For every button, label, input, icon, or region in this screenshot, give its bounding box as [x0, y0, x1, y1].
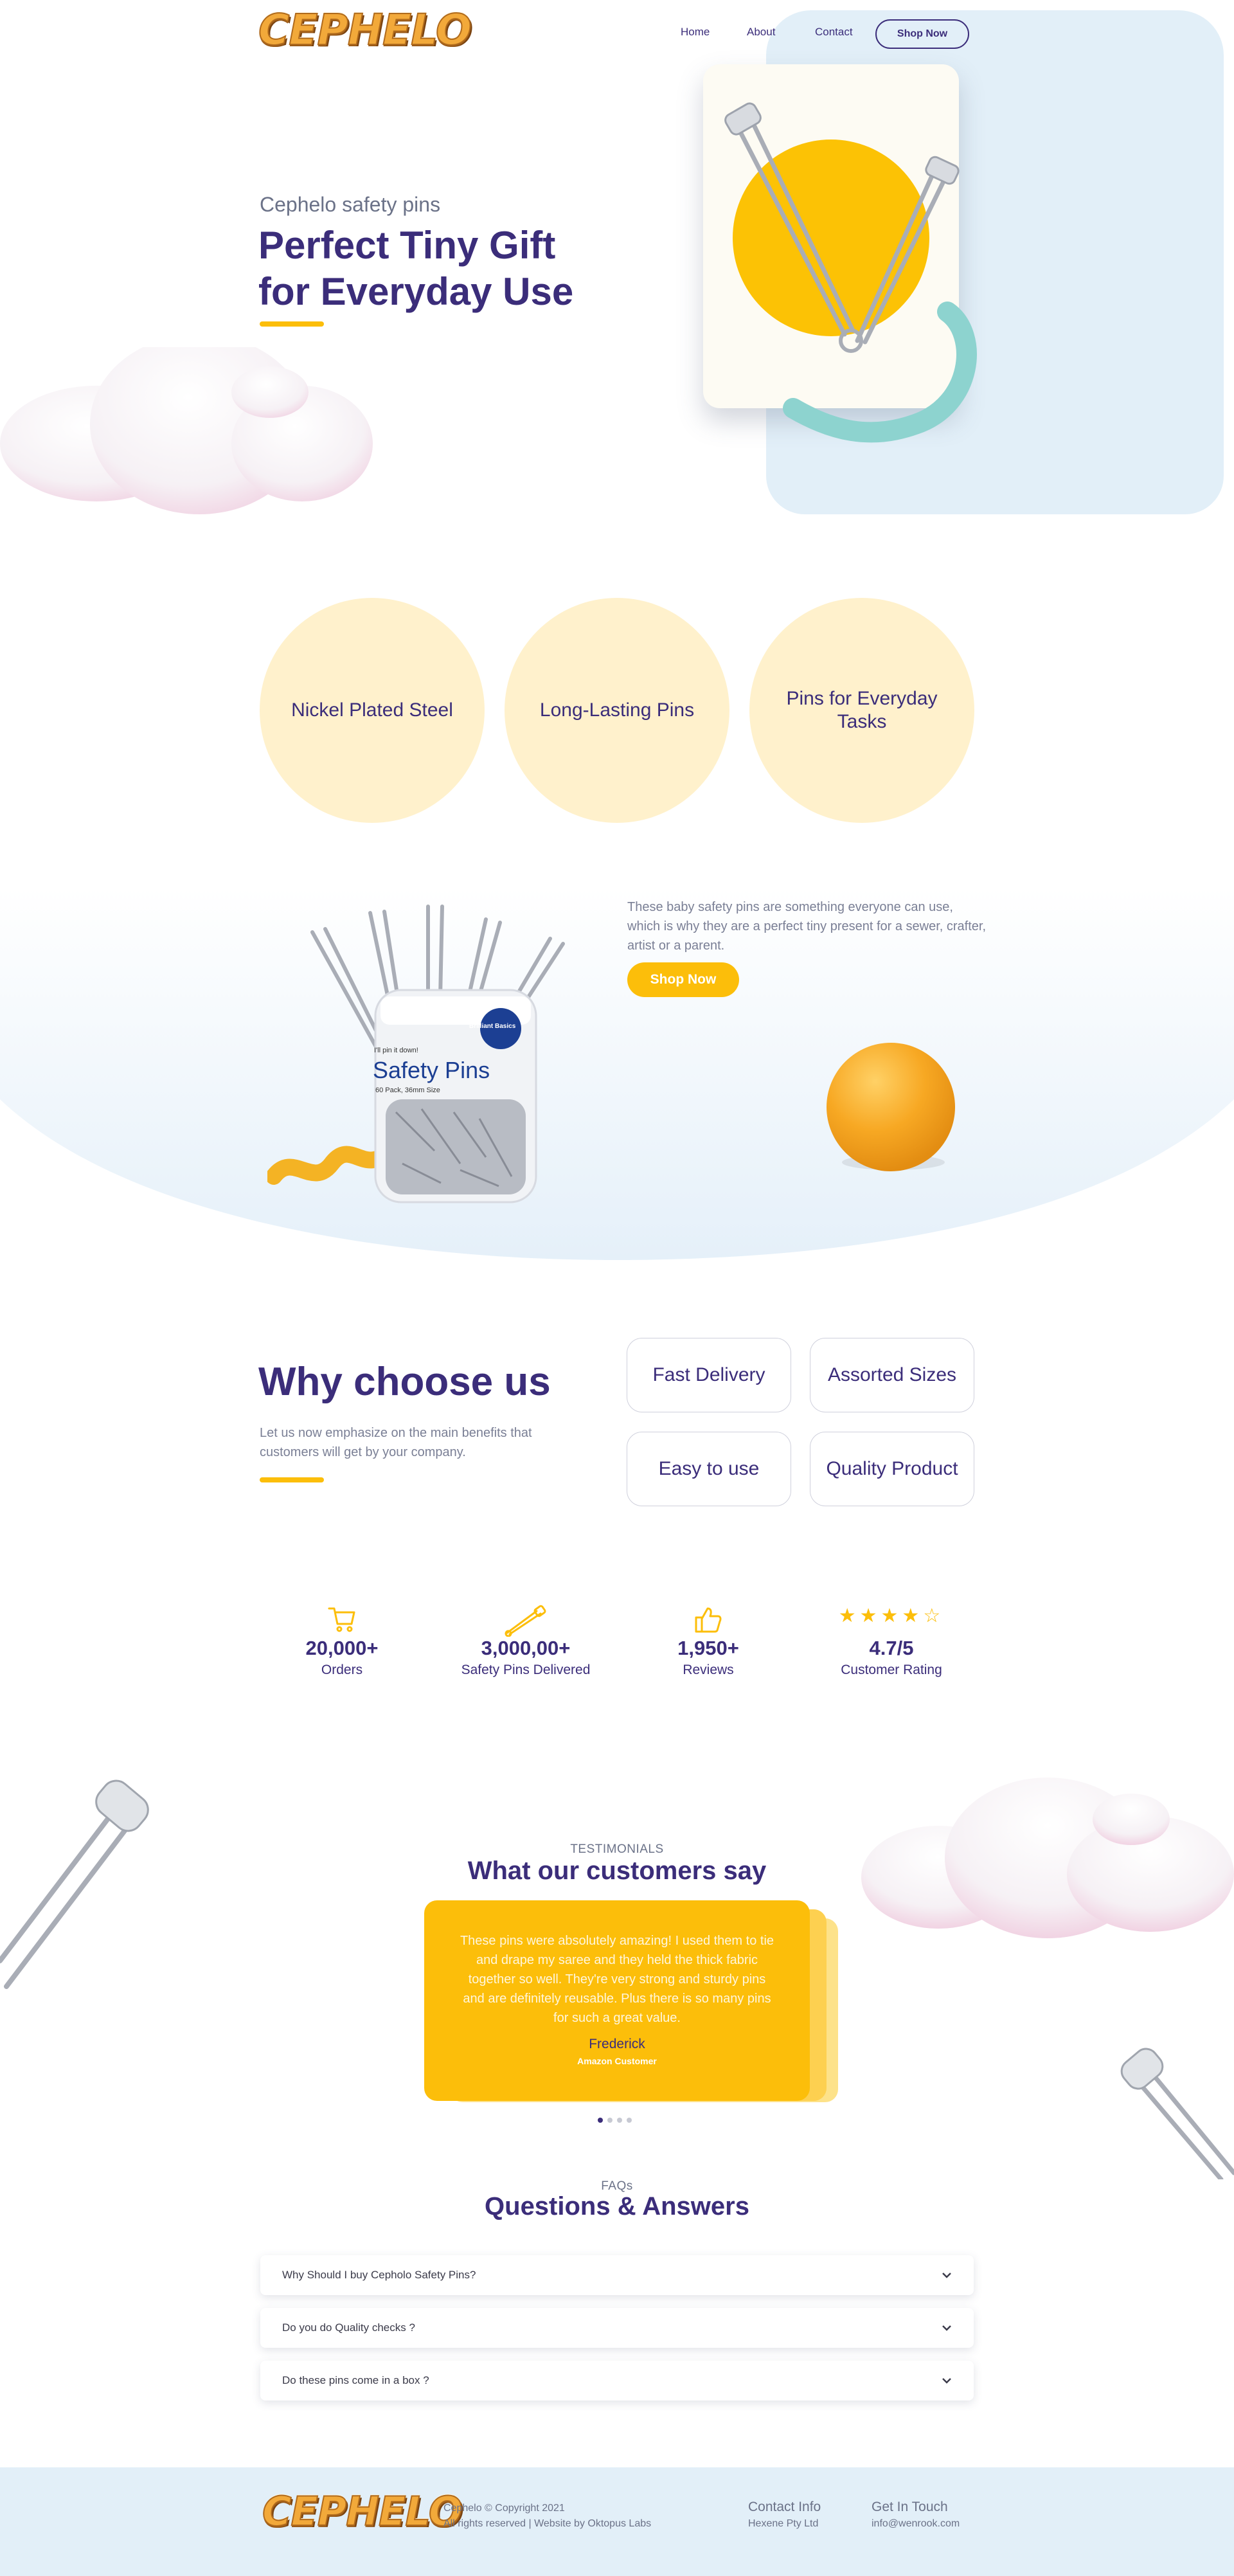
product-box-tagline: I'll pin it down! — [374, 1047, 418, 1054]
testimonials-kicker: TESTIMONIALS — [570, 1842, 664, 1856]
faq-question-3: Do these pins come in a box ? — [282, 2374, 429, 2386]
thumbs-up-icon — [628, 1605, 789, 1637]
hero-accent-bar — [260, 321, 324, 327]
testimonials-title: What our customers say — [467, 1857, 767, 1885]
footer-credits: All rights reserved | Website by Oktopus… — [443, 2518, 652, 2529]
feature-everyday-tasks: Pins for Everyday Tasks — [749, 598, 974, 823]
stat-rating-value: 4.7/5 — [869, 1637, 914, 1659]
stat-pins-value: 3,000,00+ — [481, 1637, 571, 1659]
stat-reviews-value: 1,950+ — [677, 1637, 739, 1659]
decorative-pin-right — [1118, 2044, 1234, 2182]
carousel-dots — [598, 2118, 632, 2123]
stat-orders-label: Orders — [321, 1662, 363, 1677]
footer-copyright: Cephelo © Copyright 2021 — [443, 2503, 565, 2514]
nav-contact[interactable]: Contact — [815, 26, 853, 39]
testimonial-author: Frederick — [589, 2037, 645, 2051]
chevron-down-icon — [942, 2378, 951, 2384]
faq-question-2: Do you do Quality checks ? — [282, 2321, 415, 2334]
faq-kicker: FAQs — [601, 2179, 633, 2193]
why-title: Why choose us — [258, 1360, 551, 1404]
faq-item-3[interactable]: Do these pins come in a box ? — [260, 2361, 974, 2400]
feature-nickel-plated-steel: Nickel Plated Steel — [260, 598, 485, 823]
product-box-brand: Brilliant Basics — [469, 1023, 516, 1030]
product-curved-background — [0, 887, 1234, 1273]
product-box-image — [265, 894, 602, 1215]
header-shop-now-button[interactable]: Shop Now — [875, 19, 969, 49]
product-description: These baby safety pins are something eve… — [627, 900, 987, 953]
footer-email[interactable]: info@wenrook.com — [872, 2516, 960, 2532]
decorative-ball — [824, 1040, 959, 1175]
carousel-dot-1[interactable] — [598, 2118, 603, 2123]
decorative-pin-left — [0, 1774, 167, 2031]
benefit-fast-delivery: Fast Delivery — [627, 1338, 791, 1412]
benefit-assorted-sizes: Assorted Sizes — [810, 1338, 974, 1412]
footer-contact-value: Hexene Pty Ltd — [748, 2518, 819, 2529]
footer: CEPHELO Cephelo © Copyright 2021 All rig… — [0, 2467, 1234, 2576]
carousel-dot-2[interactable] — [607, 2118, 613, 2123]
stars-icon: ★★★★☆ — [838, 1605, 945, 1627]
chevron-down-icon — [942, 2273, 951, 2278]
faq-item-1[interactable]: Why Should I buy Cepholo Safety Pins? — [260, 2255, 974, 2295]
faq-item-2[interactable]: Do you do Quality checks ? — [260, 2308, 974, 2348]
nav-about[interactable]: About — [747, 26, 775, 39]
faq-question-1: Why Should I buy Cepholo Safety Pins? — [282, 2269, 476, 2281]
testimonial-quote: These pins were absolutely amazing! I us… — [460, 1934, 774, 2025]
stat-orders: 20,000+ Orders — [262, 1605, 422, 1678]
safety-pin-icon — [445, 1605, 606, 1637]
testimonial-card: These pins were absolutely amazing! I us… — [424, 1900, 810, 2101]
stat-pins-label: Safety Pins Delivered — [461, 1662, 591, 1677]
feature-long-lasting-pins: Long-Lasting Pins — [505, 598, 729, 823]
benefit-easy-to-use: Easy to use — [627, 1432, 791, 1506]
stat-reviews: 1,950+ Reviews — [628, 1605, 789, 1678]
product-box-detail: 60 Pack, 36mm Size — [375, 1086, 440, 1094]
benefit-quality-product: Quality Product — [810, 1432, 974, 1506]
nav-home[interactable]: Home — [681, 26, 710, 39]
chevron-down-icon — [942, 2325, 951, 2331]
hero-title-line-2: for Everyday Use — [258, 270, 574, 313]
faq-title: Questions & Answers — [485, 2192, 749, 2220]
hero-product-image — [703, 64, 999, 463]
stat-reviews-label: Reviews — [683, 1662, 734, 1677]
carousel-dot-3[interactable] — [617, 2118, 622, 2123]
footer-touch-title: Get In Touch — [872, 2499, 948, 2514]
cart-icon — [262, 1605, 422, 1637]
stat-rating: ★★★★☆ 4.7/5 Customer Rating — [811, 1605, 972, 1678]
testimonial-role: Amazon Customer — [577, 2056, 657, 2066]
footer-logo[interactable]: CEPHELO — [262, 2487, 463, 2535]
product-shop-now-button[interactable]: Shop Now — [627, 962, 739, 997]
stat-pins-delivered: 3,000,00+ Safety Pins Delivered — [445, 1605, 606, 1678]
hero-subtitle: Cephelo safety pins — [260, 193, 441, 216]
hero-cloud — [0, 334, 373, 521]
footer-contact-title: Contact Info — [748, 2499, 821, 2514]
product-box-title: Safety Pins — [373, 1057, 490, 1083]
hero-title-line-1: Perfect Tiny Gift — [258, 224, 556, 267]
why-description: Let us now emphasize on the main benefit… — [260, 1426, 532, 1459]
carousel-dot-4[interactable] — [627, 2118, 632, 2123]
header-logo[interactable]: CEPHELO — [258, 5, 472, 55]
why-accent-bar — [260, 1477, 324, 1482]
stat-orders-value: 20,000+ — [305, 1637, 379, 1659]
stat-rating-label: Customer Rating — [841, 1662, 942, 1677]
